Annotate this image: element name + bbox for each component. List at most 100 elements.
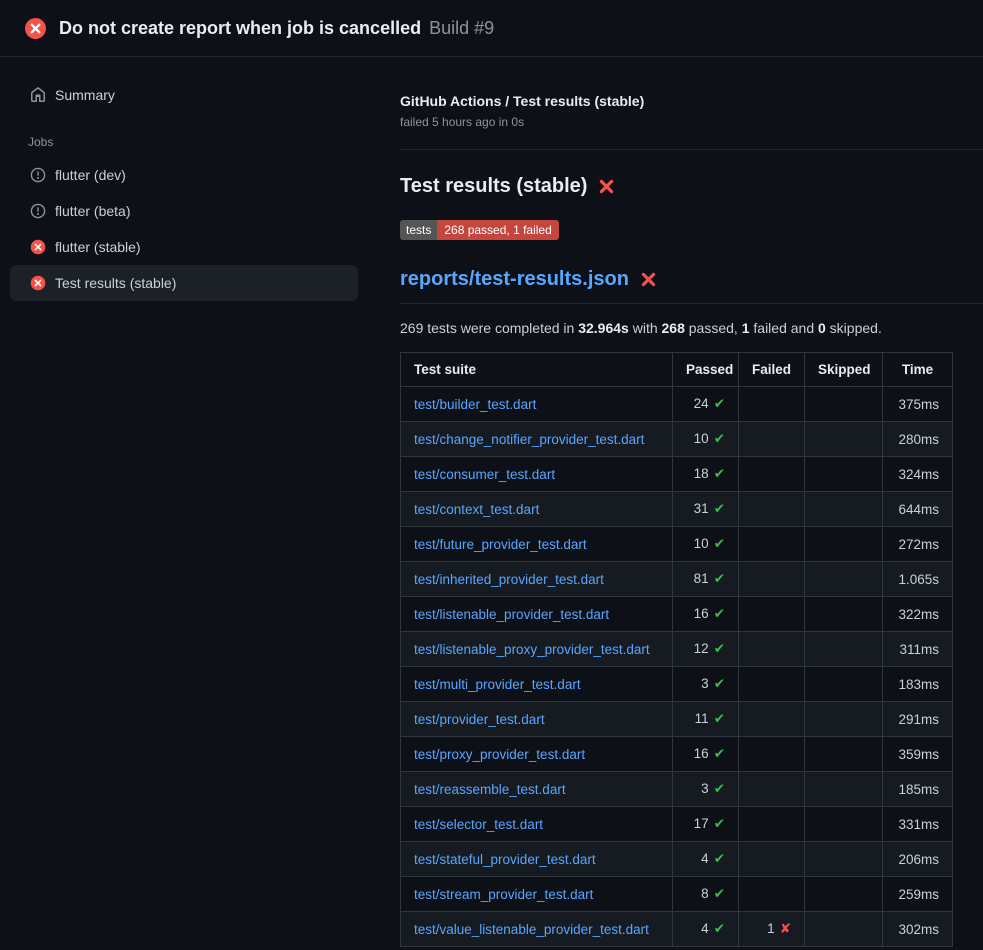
main-content: GitHub Actions / Test results (stable) f… xyxy=(368,57,983,947)
skipped-cell xyxy=(805,877,883,912)
passed-count: 12 xyxy=(694,641,709,656)
sidebar-item-test-results-stable[interactable]: Test results (stable) xyxy=(10,265,358,301)
test-suite-cell: test/change_notifier_provider_test.dart xyxy=(401,422,673,457)
failed-cell xyxy=(739,702,805,737)
test-suite-cell: test/stateful_provider_test.dart xyxy=(401,842,673,877)
column-header-test-suite: Test suite xyxy=(401,353,673,387)
test-suite-link[interactable]: test/future_provider_test.dart xyxy=(414,537,587,552)
table-row: test/stateful_provider_test.dart4✔206ms xyxy=(401,842,953,877)
passed-count: 16 xyxy=(694,606,709,621)
failed-x-icon xyxy=(598,178,615,195)
test-suite-cell: test/value_listenable_provider_test.dart xyxy=(401,912,673,947)
summary-duration: 32.964s xyxy=(578,320,629,336)
passed-cell: 16✔ xyxy=(673,737,739,772)
skipped-cell xyxy=(805,807,883,842)
check-icon: ✔ xyxy=(714,641,725,657)
badge-label: tests xyxy=(400,220,437,240)
failed-cell xyxy=(739,457,805,492)
test-suite-cell: test/stream_provider_test.dart xyxy=(401,877,673,912)
passed-cell: 16 ✔ xyxy=(673,597,739,632)
time-cell: 302ms xyxy=(883,912,953,947)
sidebar-item-flutter-dev[interactable]: flutter (dev) xyxy=(10,157,358,193)
test-suite-link[interactable]: test/reassemble_test.dart xyxy=(414,782,566,797)
test-suite-cell: test/consumer_test.dart xyxy=(401,457,673,492)
summary-text: with xyxy=(629,320,662,336)
sidebar-item-flutter-beta[interactable]: flutter (beta) xyxy=(10,193,358,229)
time-cell: 183ms xyxy=(883,667,953,702)
passed-count: 8 xyxy=(701,886,709,901)
column-header-skipped: Skipped xyxy=(805,353,883,387)
section-title: Test results (stable) xyxy=(400,175,587,198)
passed-cell: 24 ✔ xyxy=(673,387,739,422)
table-row: test/inherited_provider_test.dart81✔1.06… xyxy=(401,562,953,597)
sidebar-item-label: Summary xyxy=(55,87,115,103)
test-suite-link[interactable]: test/stream_provider_test.dart xyxy=(414,887,593,902)
test-suite-cell: test/builder_test.dart xyxy=(401,387,673,422)
badge-row: tests 268 passed, 1 failed xyxy=(400,220,952,240)
sidebar-item-flutter-stable[interactable]: flutter (stable) xyxy=(10,229,358,265)
test-suite-link[interactable]: test/inherited_provider_test.dart xyxy=(414,572,604,587)
skipped-cell xyxy=(805,387,883,422)
check-icon: ✔ xyxy=(714,711,725,727)
report-file-link[interactable]: reports/test-results.json xyxy=(400,268,629,291)
skipped-cell xyxy=(805,422,883,457)
table-row: test/stream_provider_test.dart8✔259ms xyxy=(401,877,953,912)
passed-cell: 12 ✔ xyxy=(673,632,739,667)
summary-text: skipped. xyxy=(826,320,882,336)
skipped-cell xyxy=(805,772,883,807)
test-suite-link[interactable]: test/builder_test.dart xyxy=(414,397,536,412)
failed-count: 1 xyxy=(767,921,775,936)
time-cell: 272ms xyxy=(883,527,953,562)
check-icon: ✔ xyxy=(714,431,725,447)
test-suite-link[interactable]: test/consumer_test.dart xyxy=(414,467,555,482)
divider xyxy=(400,149,983,150)
passed-count: 24 xyxy=(694,396,709,411)
failed-cell xyxy=(739,527,805,562)
results-table-body: test/builder_test.dart 24 ✔ 375ms test/chang… xyxy=(401,387,953,947)
test-suite-link[interactable]: test/context_test.dart xyxy=(414,502,539,517)
results-table: Test suite Passed Failed Skipped Time te… xyxy=(400,352,953,947)
test-suite-link[interactable]: test/multi_provider_test.dart xyxy=(414,677,581,692)
test-suite-link[interactable]: test/listenable_proxy_provider_test.dart xyxy=(414,642,650,657)
skipped-cell xyxy=(805,492,883,527)
failed-cell xyxy=(739,422,805,457)
passed-cell: 18✔ xyxy=(673,457,739,492)
passed-cell: 17✔ xyxy=(673,807,739,842)
check-icon: ✔ xyxy=(714,781,725,797)
test-suite-cell: test/multi_provider_test.dart xyxy=(401,667,673,702)
table-row: test/value_listenable_provider_test.dart… xyxy=(401,912,953,947)
column-header-time: Time xyxy=(883,353,953,387)
test-suite-cell: test/reassemble_test.dart xyxy=(401,772,673,807)
time-cell: 206ms xyxy=(883,842,953,877)
tests-badge: tests 268 passed, 1 failed xyxy=(400,220,559,240)
test-suite-link[interactable]: test/proxy_provider_test.dart xyxy=(414,747,585,762)
passed-cell: 10✔ xyxy=(673,527,739,562)
check-icon: ✔ xyxy=(714,606,725,622)
table-row: test/consumer_test.dart18✔324ms xyxy=(401,457,953,492)
summary-text: failed and xyxy=(750,320,819,336)
test-suite-link[interactable]: test/change_notifier_provider_test.dart xyxy=(414,432,644,447)
skipped-cell xyxy=(805,912,883,947)
check-icon: ✔ xyxy=(714,536,725,552)
passed-count: 16 xyxy=(694,746,709,761)
passed-count: 10 xyxy=(694,431,709,446)
test-suite-link[interactable]: test/listenable_provider_test.dart xyxy=(414,607,609,622)
test-suite-cell: test/future_provider_test.dart xyxy=(401,527,673,562)
check-icon: ✔ xyxy=(714,396,725,412)
skipped-cell xyxy=(805,737,883,772)
test-suite-link[interactable]: test/value_listenable_provider_test.dart xyxy=(414,922,649,937)
failed-cell xyxy=(739,387,805,422)
test-suite-link[interactable]: test/stateful_provider_test.dart xyxy=(414,852,596,867)
failed-cell xyxy=(739,562,805,597)
sidebar: Summary Jobs flutter (dev) flut xyxy=(0,57,368,301)
passed-cell: 3✔ xyxy=(673,667,739,702)
time-cell: 375ms xyxy=(883,387,953,422)
test-suite-link[interactable]: test/provider_test.dart xyxy=(414,712,545,727)
summary-text: passed, xyxy=(685,320,742,336)
jobs-section-label: Jobs xyxy=(10,113,358,157)
check-icon: ✔ xyxy=(714,816,725,832)
passed-cell: 4✔ xyxy=(673,912,739,947)
test-suite-cell: test/selector_test.dart xyxy=(401,807,673,842)
test-suite-link[interactable]: test/selector_test.dart xyxy=(414,817,543,832)
sidebar-item-summary[interactable]: Summary xyxy=(10,77,358,113)
